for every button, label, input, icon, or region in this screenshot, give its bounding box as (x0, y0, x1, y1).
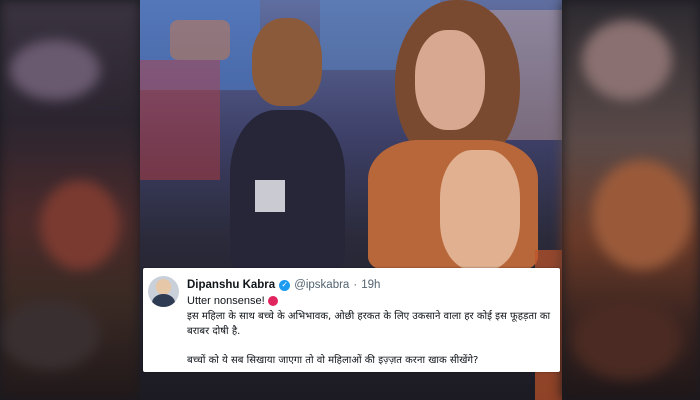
display-name[interactable]: Dipanshu Kabra (187, 279, 275, 291)
blurred-background-right (562, 0, 700, 400)
profile-avatar[interactable] (148, 276, 179, 307)
angry-face-emoji-icon (267, 296, 278, 306)
tweet-text-line1: Utter nonsense! (187, 295, 278, 307)
tweet-timestamp[interactable]: 19h (361, 279, 380, 291)
user-handle[interactable]: @ipskabra (294, 279, 349, 291)
tweet-text-paragraph: इस महिला के साथ बच्चे के अभिभावक, ओछी हर… (187, 311, 551, 337)
tweet-card[interactable]: Dipanshu Kabra ✓ @ipskabra · 19h Utter n… (143, 268, 560, 372)
verified-badge-icon: ✓ (279, 279, 291, 291)
separator-dot: · (353, 279, 358, 291)
blurred-background-left (0, 0, 140, 400)
tweet-header: Dipanshu Kabra ✓ @ipskabra · 19h (187, 277, 380, 293)
tweet-text-question: बच्चों को ये सब सिखाया जाएगा तो वो महिला… (187, 355, 479, 366)
tweet-text-utter: Utter nonsense! (187, 295, 265, 307)
boy-figure (252, 18, 322, 106)
